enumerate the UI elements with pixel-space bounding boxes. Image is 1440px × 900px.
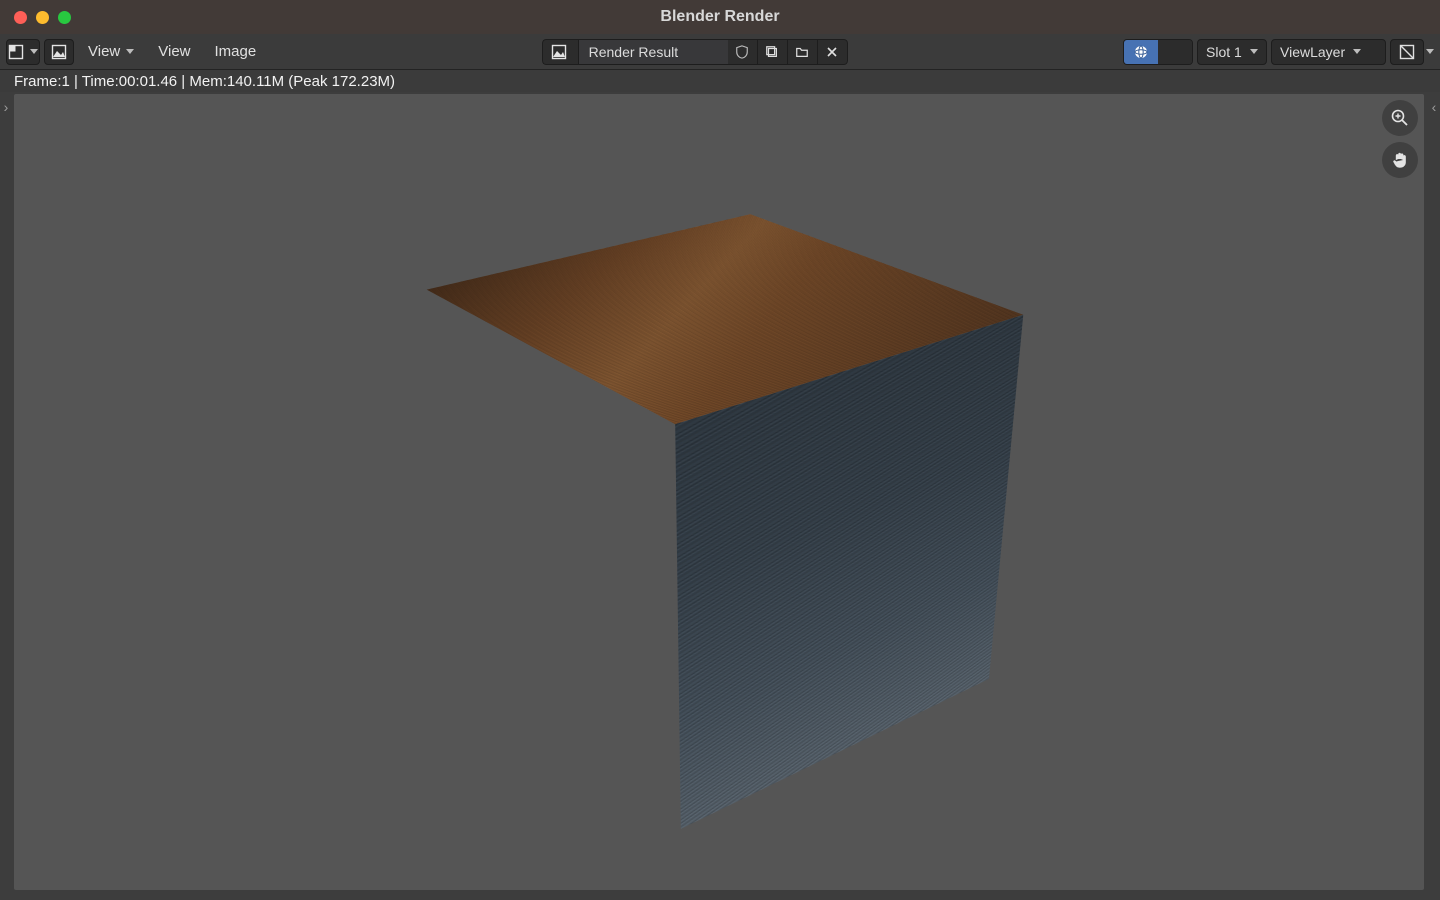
image-editor-header: View View Image Render Result (0, 34, 1440, 70)
zoom-window-button[interactable] (58, 11, 71, 24)
view-menu-dropdown[interactable]: View (78, 43, 144, 60)
image-editor-icon (8, 44, 24, 60)
sphere-icon (1133, 44, 1149, 60)
render-pass-dropdown[interactable] (1390, 39, 1434, 65)
chevron-down-icon (1250, 49, 1258, 54)
display-color-managed-button[interactable] (1124, 40, 1158, 64)
folder-icon (795, 45, 809, 59)
view-menu[interactable]: View (148, 43, 200, 60)
display-channels-dropdown[interactable] (1158, 40, 1192, 64)
hand-icon (1390, 150, 1410, 170)
fake-user-button[interactable] (728, 39, 758, 65)
shield-icon (735, 45, 749, 59)
view-layer-dropdown[interactable]: ViewLayer (1271, 39, 1386, 65)
image-menu[interactable]: Image (205, 43, 267, 60)
chevron-down-icon (1353, 49, 1361, 54)
view-mode-icon (51, 44, 67, 60)
window-title: Blender Render (0, 8, 1440, 26)
duplicate-icon (765, 45, 779, 59)
render-canvas[interactable] (14, 94, 1424, 890)
slot-label: Slot 1 (1206, 44, 1242, 60)
image-browse-dropdown[interactable] (542, 39, 578, 65)
pan-gizmo[interactable] (1382, 142, 1418, 178)
view-menu-label-2: View (158, 43, 190, 60)
view-layer-label: ViewLayer (1280, 44, 1345, 60)
toolbar-reveal-left[interactable] (2, 100, 10, 114)
image-name-field[interactable]: Render Result (578, 39, 728, 65)
display-channels-toggle (1123, 39, 1193, 65)
rendered-cube (519, 332, 919, 732)
render-stats-line: Frame:1 | Time:00:01.46 | Mem:140.11M (P… (0, 70, 1440, 92)
combined-pass-icon (1399, 44, 1415, 60)
view-menu-label: View (88, 43, 120, 60)
editor-type-dropdown[interactable] (6, 39, 40, 65)
open-image-button[interactable] (788, 39, 818, 65)
image-icon (551, 44, 567, 60)
close-icon (826, 46, 838, 58)
close-window-button[interactable] (14, 11, 27, 24)
unlink-image-button[interactable] (818, 39, 848, 65)
mode-dropdown[interactable] (44, 39, 74, 65)
chevron-down-icon (126, 49, 134, 54)
image-datablock-field: Render Result (542, 39, 848, 65)
render-slot-dropdown[interactable]: Slot 1 (1197, 39, 1267, 65)
sidebar-reveal-right[interactable] (1430, 100, 1438, 114)
image-viewport[interactable] (0, 92, 1440, 900)
window-titlebar: Blender Render (0, 0, 1440, 34)
render-stats-text: Frame:1 | Time:00:01.46 | Mem:140.11M (P… (14, 73, 395, 90)
chevron-down-icon (1426, 49, 1434, 54)
window-controls (14, 11, 71, 24)
new-image-button[interactable] (758, 39, 788, 65)
minimize-window-button[interactable] (36, 11, 49, 24)
magnifier-plus-icon (1390, 108, 1410, 128)
image-menu-label: Image (215, 43, 257, 60)
zoom-gizmo[interactable] (1382, 100, 1418, 136)
